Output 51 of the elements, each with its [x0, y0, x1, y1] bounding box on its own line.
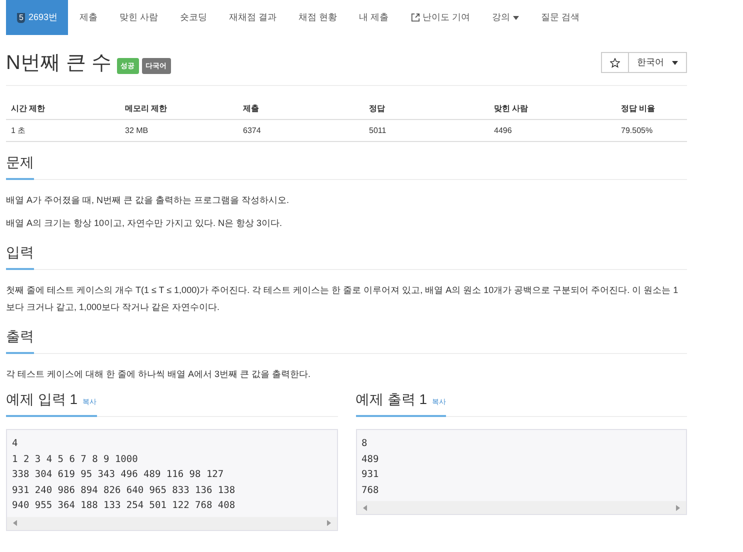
scroll-right-icon [676, 504, 680, 510]
horizontal-scrollbar[interactable] [356, 501, 686, 514]
paragraph: 배열 A의 크기는 항상 10이고, 자연수만 가지고 있다. N은 항상 3이다. [6, 217, 284, 230]
tier-badge: 5 [17, 12, 26, 22]
section-heading: 입력 [6, 244, 34, 270]
column-header: 정답 비율 [616, 98, 687, 120]
section-heading: 예제 입력 1 [6, 391, 78, 409]
nav-tab[interactable]: 강의 [481, 0, 530, 35]
favorite-button[interactable] [601, 52, 629, 73]
column-header: 제출 [238, 98, 364, 120]
column-header: 시간 제한 [6, 98, 120, 120]
table-cell: 4496 [489, 120, 616, 142]
paragraph: 첫째 줄에 테스트 케이스의 개수 T(1 ≤ T ≤ 1,000)가 주어진다. 각 테스트 케이스는 한 줄로 이루어져 있고, 배열 A의 원소 10개가 공백으로 구분되어 주어진다. 이 원소는 1보다 크거나 같고, 1,000보다 작거나 같은 자연수이다. [6, 284, 680, 314]
nav-tab[interactable]: 질문 검색 [530, 0, 591, 35]
table-cell: 6374 [238, 120, 364, 142]
nav-tab[interactable]: 맞힌 사람 [108, 0, 169, 35]
sample-code: 4 1 2 3 4 5 6 7 8 9 1000 338 304 619 95 343 496 489 116 98 127 931 240 986 894 826 640 965 833 136 138 940 955 364 188 133 254 501 122 768 408 [11, 437, 236, 513]
problem-title: N번째 큰 수 [6, 51, 112, 76]
column-header: 맞힌 사람 [489, 98, 616, 120]
external-link-icon [410, 13, 420, 22]
table-cell: 32 MB [120, 120, 238, 142]
column-header: 정답 [364, 98, 489, 120]
section-heading: 문제 [6, 154, 34, 180]
scroll-right-icon [326, 520, 330, 526]
table-cell: 5011 [364, 120, 489, 142]
star-icon [610, 58, 620, 68]
table-cell: 1 초 [6, 120, 120, 142]
tab-label: 강의 [492, 11, 510, 24]
nav-tab[interactable]: 재채점 결과 [218, 0, 288, 35]
table-cell: 79.505% [616, 120, 687, 142]
nav-tab[interactable]: 내 제출 [348, 0, 400, 35]
caret-icon [513, 16, 520, 20]
language-dropdown[interactable]: 한국어 [629, 52, 687, 73]
nav-tab[interactable]: 숏코딩 [169, 0, 218, 35]
section-heading: 출력 [6, 328, 34, 354]
section-heading: 예제 출력 1 [356, 391, 428, 409]
tab-label: 2693번 [28, 11, 58, 24]
scroll-left-icon [362, 504, 366, 510]
nav-tab[interactable]: 5 2693번 [6, 0, 68, 35]
sample-code: 8 489 931 768 [360, 437, 380, 498]
scroll-left-icon [13, 520, 17, 526]
nav-tab[interactable]: 제출 [68, 0, 108, 35]
paragraph: 각 테스트 케이스에 대해 한 줄에 하나씩 배열 A에서 3번째 큰 값을 출력한다. [6, 368, 312, 381]
nav-tab[interactable]: 난이도 기여 [400, 0, 482, 35]
tab-label: 난이도 기여 [422, 11, 470, 24]
horizontal-scrollbar[interactable] [7, 516, 336, 530]
paragraph: 배열 A가 주어졌을 때, N번째 큰 값을 출력하는 프로그램을 작성하시오. [6, 194, 290, 207]
nav-tab[interactable]: 채점 현황 [288, 0, 348, 35]
column-header: 메모리 제한 [120, 98, 238, 120]
caret-icon [672, 60, 678, 64]
language-label: 한국어 [637, 56, 664, 69]
